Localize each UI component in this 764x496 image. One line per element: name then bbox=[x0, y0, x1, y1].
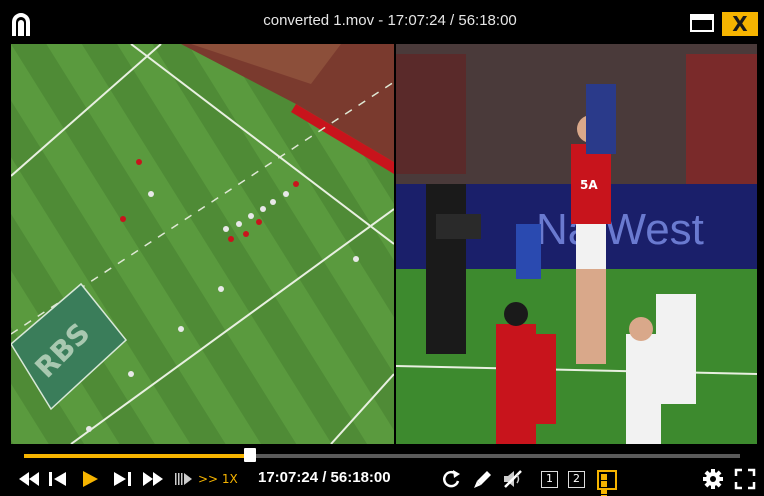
shirt-number: 5A bbox=[580, 178, 598, 192]
rewind-icon[interactable] bbox=[18, 468, 40, 490]
seek-bar-thumb[interactable] bbox=[244, 448, 256, 462]
window-title: converted 1.mov - 17:07:24 / 56:18:00 bbox=[263, 12, 517, 29]
app-logo-icon[interactable] bbox=[9, 10, 33, 36]
view-2-button[interactable]: 2 bbox=[568, 471, 585, 488]
draw-pen-icon[interactable] bbox=[472, 468, 494, 490]
slow-motion-icon[interactable] bbox=[174, 468, 194, 490]
video-view-left[interactable]: RBS bbox=[11, 44, 394, 444]
speed-indicator[interactable]: >> 1X bbox=[198, 472, 238, 486]
fast-forward-icon[interactable] bbox=[142, 468, 164, 490]
maximize-icon[interactable] bbox=[690, 14, 714, 32]
time-display: 17:07:24 / 56:18:00 bbox=[258, 469, 391, 486]
seek-bar-fill bbox=[24, 454, 250, 458]
close-button[interactable]: X bbox=[722, 12, 758, 36]
player-controls: >> 1X 17:07:24 / 56:18:00 1 2 bbox=[0, 444, 764, 496]
loop-icon[interactable] bbox=[440, 468, 462, 490]
right-banner: NatWest bbox=[536, 205, 704, 254]
grid-view-icon[interactable] bbox=[597, 470, 617, 496]
video-view-right[interactable]: NatWest 5A bbox=[396, 44, 757, 444]
fullscreen-icon[interactable] bbox=[734, 468, 756, 490]
step-back-icon[interactable] bbox=[48, 468, 68, 490]
title-bar: converted 1.mov - 17:07:24 / 56:18:00 X bbox=[0, 0, 764, 44]
mute-icon[interactable] bbox=[502, 468, 524, 490]
gear-icon[interactable] bbox=[702, 468, 724, 490]
view-1-button[interactable]: 1 bbox=[541, 471, 558, 488]
close-icon: X bbox=[732, 12, 748, 36]
play-icon[interactable] bbox=[80, 468, 100, 490]
seek-bar[interactable] bbox=[24, 448, 740, 462]
step-forward-icon[interactable] bbox=[112, 468, 132, 490]
